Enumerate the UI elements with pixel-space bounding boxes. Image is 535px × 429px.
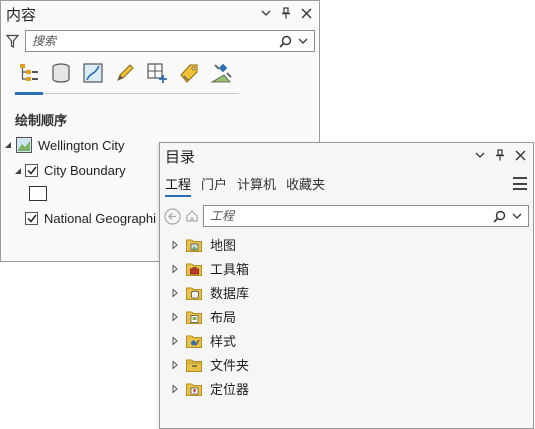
menu-icon[interactable] [513,177,527,190]
contents-title: 内容 [6,7,37,24]
home-icon[interactable] [184,207,200,225]
catalog-item-label: 数据库 [210,286,250,301]
active-view-indicator [15,92,43,95]
expand-triangle-icon[interactable] [170,288,180,298]
catalog-item-layouts[interactable]: 布局 [170,307,236,326]
catalog-search-input[interactable] [210,208,410,224]
list-by-perspective-imagery-icon[interactable] [209,61,233,85]
layer-visibility-checkbox[interactable] [25,212,38,225]
catalog-titlebar: 目录 [160,143,533,169]
catalog-item-locators[interactable]: 定位器 [170,379,249,398]
contents-title-controls [259,5,313,21]
catalog-item-label: 定位器 [210,382,250,397]
filter-icon[interactable] [5,32,19,50]
expand-triangle-icon[interactable] [170,360,180,370]
catalog-item-label: 工具箱 [210,262,250,277]
chevron-down-icon[interactable] [473,147,487,163]
list-by-drawing-order-icon[interactable] [17,61,41,85]
back-arrow-icon[interactable] [163,207,181,225]
layer-visibility-checkbox[interactable] [25,164,38,177]
contents-view-toolbar [17,61,233,85]
catalog-item-label: 布局 [210,310,237,325]
folders-folder-icon [186,358,202,372]
list-by-editing-icon[interactable] [113,61,137,85]
map-icon [16,137,32,153]
tab-favorites[interactable]: 收藏夹 [286,174,325,197]
close-icon[interactable] [513,147,527,163]
expand-triangle-icon[interactable] [170,264,180,274]
catalog-tabs: 工程 门户 计算机 收藏夹 [165,174,325,197]
expand-triangle-icon[interactable] [170,240,180,250]
search-icon[interactable] [492,209,506,223]
search-options-chevron-icon[interactable] [296,34,310,48]
search-icon[interactable] [278,34,292,48]
layer-name: National Geographi [44,211,157,226]
catalog-title-controls [473,147,527,163]
collapse-triangle-icon[interactable] [13,166,23,176]
styles-folder-icon [186,334,202,348]
contents-search-box[interactable] [25,30,315,52]
locators-folder-icon [186,382,202,396]
expand-triangle-icon[interactable] [170,312,180,322]
expand-triangle-icon[interactable] [170,336,180,346]
catalog-item-label: 样式 [210,334,237,349]
layer-symbol-swatch[interactable] [29,186,47,201]
pin-icon[interactable] [493,147,507,163]
catalog-item-toolboxes[interactable]: 工具箱 [170,259,249,278]
pin-icon[interactable] [279,5,293,21]
catalog-item-label: 文件夹 [210,358,250,373]
catalog-item-label: 地图 [210,238,237,253]
toc-layer-row[interactable]: City Boundary [13,163,126,178]
catalog-title: 目录 [165,149,196,166]
list-by-labeling-icon[interactable] [177,61,201,85]
catalog-search-row [163,205,529,227]
catalog-item-maps[interactable]: 地图 [170,235,236,254]
toc-map-row[interactable]: Wellington City [3,137,124,153]
toc-layer-row[interactable]: National Geographi [25,211,156,226]
chevron-down-icon[interactable] [259,5,273,21]
databases-folder-icon [186,286,202,300]
contents-search-row [5,30,315,52]
list-by-selection-icon[interactable] [81,61,105,85]
catalog-search-box[interactable] [203,205,529,227]
tab-portal[interactable]: 门户 [201,174,227,197]
drawing-order-heading: 绘制顺序 [15,113,68,128]
map-name: Wellington City [38,137,125,153]
toolboxes-folder-icon [186,262,202,276]
maps-folder-icon [186,238,202,252]
catalog-item-databases[interactable]: 数据库 [170,283,249,302]
search-options-chevron-icon[interactable] [510,209,524,223]
layer-name: City Boundary [44,163,126,178]
tab-computer[interactable]: 计算机 [237,174,276,197]
list-by-snapping-icon[interactable] [145,61,169,85]
catalog-item-folders[interactable]: 文件夹 [170,355,249,374]
list-by-data-source-icon[interactable] [49,61,73,85]
expand-triangle-icon[interactable] [170,384,180,394]
catalog-pane: 目录 工程 门户 计算机 收藏夹 工程 地图 工具箱 数据库 布局 样式 文件夹… [159,142,534,429]
catalog-item-styles[interactable]: 样式 [170,331,236,350]
layouts-folder-icon [186,310,202,324]
toolbar-divider [15,93,239,94]
tab-project[interactable]: 工程 [165,174,192,197]
collapse-triangle-icon[interactable] [3,140,13,150]
close-icon[interactable] [299,5,313,21]
contents-titlebar: 内容 [1,1,319,27]
contents-search-input[interactable] [32,33,232,49]
